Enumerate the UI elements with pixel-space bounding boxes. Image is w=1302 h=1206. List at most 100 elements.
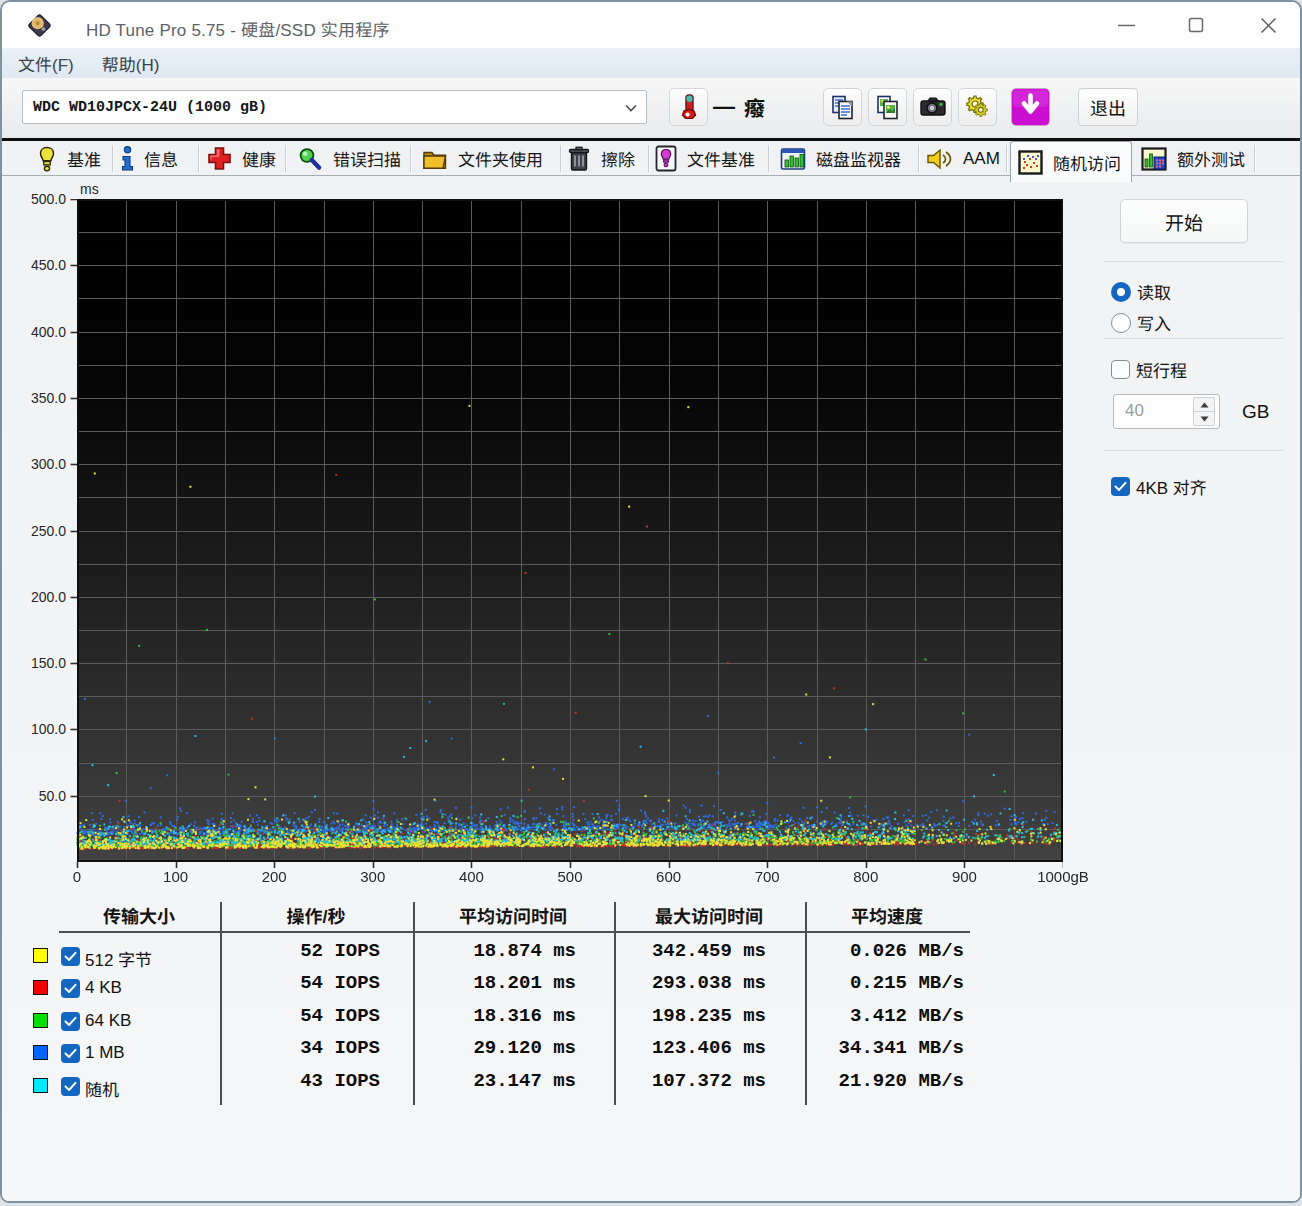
tab-info[interactable]: 信息 [121,141,178,176]
legend-swatch [33,1013,48,1028]
temperature-button[interactable] [669,88,708,126]
tab-label: 文件基准 [687,146,755,171]
maximize-icon [1186,15,1207,36]
tab-extra-tests[interactable]: 额外测试 [1141,141,1245,176]
x-tick-label: 100 [163,868,188,886]
menu-file[interactable]: 文件(F) [18,48,74,78]
align-checkbox[interactable] [1111,477,1130,496]
radio-dot [1117,288,1125,296]
series-checkbox[interactable] [61,1044,80,1063]
close-icon [1258,15,1279,36]
cell-ops: 52 IOPS [300,940,380,962]
menubar: 文件(F) 帮助(H) [2,48,1300,78]
titlebar: HD Tune Pro 5.75 - 硬盘/SSD 实用程序 [2,2,1300,48]
window-title: HD Tune Pro 5.75 - 硬盘/SSD 实用程序 [86,16,390,41]
read-radio-row[interactable]: 读取 [1111,279,1171,304]
y-tick-label: 250.0 [10,523,66,539]
cell-avg: 23.147 ms [473,1070,576,1092]
tab-separator [1006,145,1007,172]
cell-max: 342.459 ms [652,940,766,962]
erase-icon [567,146,591,172]
series-label: 4 KB [85,978,122,998]
tab-error-scan[interactable]: 错误扫描 [297,141,401,176]
check-icon [64,983,77,994]
tab-label: 文件夹使用 [458,146,543,171]
legend-swatch [33,1045,48,1060]
short-stroke-row[interactable]: 短行程 [1111,357,1187,382]
close-button[interactable] [1236,2,1300,48]
cell-ops: 54 IOPS [300,972,380,994]
short-stroke-checkbox[interactable] [1111,360,1130,379]
read-radio[interactable] [1111,282,1131,302]
menu-help[interactable]: 帮助(H) [102,48,160,78]
copy-text-button[interactable] [823,88,862,126]
separator [1104,261,1283,262]
check-icon [64,1048,77,1059]
tab-erase[interactable]: 擦除 [567,141,635,176]
cell-max: 107.372 ms [652,1070,766,1092]
exit-button[interactable]: 退出 [1078,88,1138,126]
table-header: 最大访问时间 [655,902,763,928]
tab-label: 额外测试 [1177,146,1245,171]
tab-benchmark[interactable]: 基准 [37,141,101,176]
capacity-spin-up[interactable] [1193,397,1215,411]
legend-swatch [33,1078,48,1093]
minimize-icon [1116,15,1137,36]
x-tick-label: 700 [755,868,780,886]
thermometer-icon [677,93,701,121]
x-tick-label: 900 [952,868,977,886]
gears-icon [964,93,992,121]
options-button[interactable] [958,88,997,126]
save-results-button[interactable] [1011,88,1050,126]
y-tick-label: 500.0 [10,191,66,207]
y-tick-label: 50.0 [10,788,66,804]
tab-random-access[interactable]: 随机访问 [1010,141,1132,182]
screenshot-button[interactable] [913,88,952,126]
table-header: 操作/秒 [286,902,345,928]
copy-image-button[interactable] [868,88,907,126]
write-radio[interactable] [1111,313,1131,333]
copy-text-icon [830,94,856,121]
screen: { "window": { "title": "HD Tune Pro 5.75… [0,0,1302,1206]
tab-separator [198,145,199,172]
benchmark-icon [37,146,57,172]
y-tick-label: 150.0 [10,655,66,671]
tab-separator [648,145,649,172]
tab-separator [112,145,113,172]
series-checkbox[interactable] [61,1077,80,1096]
table-header: 平均速度 [851,902,923,928]
tab-folder-usage[interactable]: 文件夹使用 [422,141,543,176]
tab-aam[interactable]: AAM [926,141,1000,176]
write-radio-row[interactable]: 写入 [1111,310,1171,335]
drive-selector[interactable]: WDC WD10JPCX-24U (1000 gB) [22,90,647,124]
maximize-button[interactable] [1164,2,1228,48]
legend-swatch [33,980,48,995]
capacity-spinner [1193,397,1215,426]
cell-ops: 54 IOPS [300,1005,380,1027]
tab-file-benchmark[interactable]: 文件基准 [655,141,755,176]
cell-avg: 29.120 ms [473,1037,576,1059]
copy-image-icon [875,94,901,121]
series-checkbox[interactable] [61,1012,80,1031]
cell-max: 123.406 ms [652,1037,766,1059]
read-radio-label: 读取 [1137,279,1171,304]
start-button[interactable]: 开始 [1120,199,1248,243]
tab-disk-monitor[interactable]: 磁盘监视器 [780,141,901,176]
series-checkbox[interactable] [61,979,80,998]
tab-separator [285,145,286,172]
x-tick-label: 500 [557,868,582,886]
align-row[interactable]: 4KB 对齐 [1111,474,1207,499]
y-tick-label: 200.0 [10,589,66,605]
y-tick-label: 100.0 [10,721,66,737]
series-checkbox[interactable] [61,947,80,966]
info-icon [121,146,134,172]
capacity-spin-down[interactable] [1193,411,1215,426]
cell-speed: 0.026 MB/s [850,940,964,962]
minimize-button[interactable] [1094,2,1158,48]
tab-health[interactable]: 健康 [207,141,276,176]
spin-down-icon [1200,416,1209,422]
disk-monitor-icon [780,147,806,171]
capacity-input[interactable]: 40 [1113,394,1220,429]
tab-label: 磁盘监视器 [816,146,901,171]
cell-speed: 3.412 MB/s [850,1005,964,1027]
